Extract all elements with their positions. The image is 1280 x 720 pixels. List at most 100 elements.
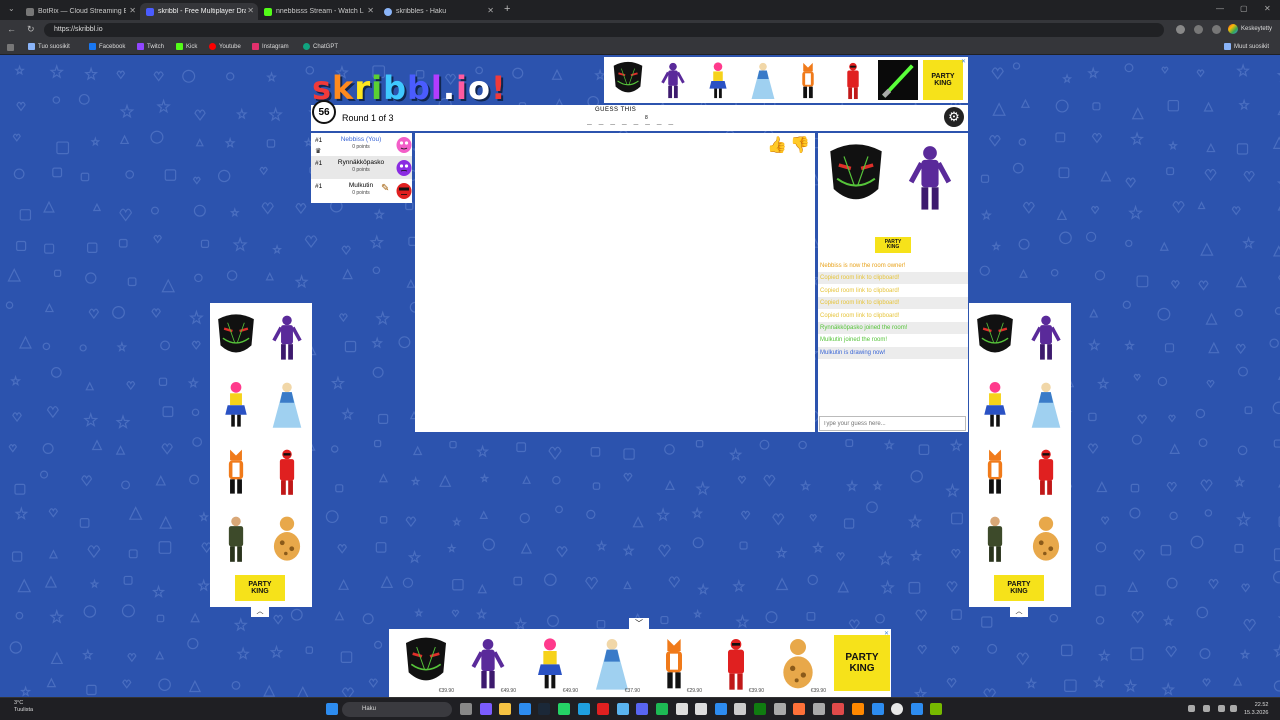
drawing-canvas[interactable] <box>415 133 815 432</box>
ad-product[interactable] <box>210 303 261 370</box>
adobe-icon[interactable] <box>597 703 610 715</box>
ad-close-icon[interactable]: ✕ <box>961 58 966 65</box>
document-icon[interactable] <box>695 703 708 715</box>
terminal-icon[interactable] <box>910 703 923 715</box>
close-icon[interactable]: ✕ <box>367 6 374 15</box>
guess-input[interactable] <box>819 416 966 431</box>
tab-search-icon[interactable]: ⌄ <box>8 4 15 13</box>
epic-icon[interactable] <box>675 703 688 715</box>
ad-product[interactable]: €39.90 <box>705 632 766 694</box>
xbox-icon[interactable] <box>754 703 766 715</box>
mic-icon[interactable] <box>1203 705 1210 712</box>
reload-icon[interactable]: ↻ <box>27 24 35 35</box>
ad-product[interactable]: €49.90 <box>457 632 518 694</box>
bookmark-youtube[interactable]: Youtube <box>209 43 241 50</box>
ad-close-icon[interactable]: ✕ <box>884 630 889 637</box>
collapse-left-ad-button[interactable]: ︿ <box>251 607 269 617</box>
skribbl-logo[interactable]: skribbl.io! <box>312 69 507 107</box>
spotify-icon[interactable] <box>656 703 668 715</box>
close-icon[interactable]: ✕ <box>487 6 494 15</box>
ad-product[interactable]: €49.90 <box>519 632 580 694</box>
ad-product[interactable] <box>1020 370 1071 437</box>
weather-widget[interactable]: 3°C Tuulista <box>14 700 33 714</box>
gear-icon[interactable] <box>734 703 747 715</box>
bookmark-import[interactable]: Tuo suosikit <box>28 43 70 50</box>
chevron-up-icon[interactable] <box>1188 705 1195 712</box>
ad-product[interactable] <box>1020 437 1071 504</box>
url-input[interactable]: https://skribbl.io <box>44 23 1164 37</box>
settings-icon[interactable] <box>812 703 825 715</box>
ad-product[interactable] <box>261 504 312 571</box>
network-icon[interactable] <box>832 703 845 715</box>
ad-product[interactable] <box>261 303 312 370</box>
close-icon[interactable]: ✕ <box>129 6 136 15</box>
bookmark-facebook[interactable]: Facebook <box>89 43 125 50</box>
bookmark-twitch[interactable]: Twitch <box>137 43 164 50</box>
thumbs-up-icon[interactable]: 👍 <box>767 135 787 155</box>
photos-icon[interactable] <box>871 703 884 715</box>
copilot-icon[interactable] <box>479 703 492 715</box>
close-icon[interactable]: ✕ <box>247 6 254 15</box>
ad-product[interactable] <box>742 59 784 101</box>
thumbs-down-icon[interactable]: 👎 <box>790 135 810 155</box>
tab-kick-stream[interactable]: nnebbisss Stream - Watch Live o ✕ <box>258 3 378 20</box>
notepad-icon[interactable] <box>616 703 629 715</box>
ad-product[interactable]: €29.90 <box>643 632 704 694</box>
ad-product[interactable]: €39.90 <box>395 632 456 694</box>
vlc-icon[interactable] <box>852 703 864 715</box>
mail-icon[interactable] <box>714 703 727 715</box>
ad-product[interactable] <box>877 59 919 101</box>
ad-product[interactable] <box>832 59 874 101</box>
settings-gear-icon[interactable]: ⚙ <box>944 107 964 127</box>
whatsapp-icon[interactable] <box>558 703 570 715</box>
maximize-icon[interactable]: ▢ <box>1240 4 1248 13</box>
task-view-icon[interactable] <box>460 703 472 715</box>
menu-icon[interactable] <box>1212 25 1221 34</box>
chrome-icon[interactable] <box>891 703 904 715</box>
ad-product[interactable] <box>969 504 1020 571</box>
ad-product[interactable]: €39.90 <box>767 632 828 694</box>
apps-icon[interactable] <box>7 44 14 51</box>
ad-product[interactable] <box>969 437 1020 504</box>
profile-button[interactable]: Keskeytetty <box>1228 24 1272 34</box>
close-window-icon[interactable]: ✕ <box>1264 4 1271 13</box>
tab-search[interactable]: skribbles - Haku ✕ <box>378 3 498 20</box>
ad-product[interactable] <box>1020 504 1071 571</box>
firefox-icon[interactable] <box>793 703 806 715</box>
new-tab-button[interactable]: + <box>504 3 510 15</box>
extensions-icon[interactable] <box>1194 25 1203 34</box>
top-ad-banner[interactable]: PARTY KING ✕ <box>604 57 968 103</box>
steam-icon[interactable] <box>538 703 551 715</box>
discord-icon[interactable] <box>636 703 649 715</box>
chat-ad-banner[interactable]: PARTY KING <box>818 133 968 255</box>
ad-product[interactable] <box>787 59 829 101</box>
right-ad-banner[interactable]: PARTY KING <box>969 303 1071 607</box>
wifi-icon[interactable] <box>1218 705 1225 712</box>
nvidia-icon[interactable] <box>930 703 943 715</box>
ad-product[interactable] <box>1020 303 1071 370</box>
taskbar-search[interactable]: Haku <box>342 702 452 717</box>
other-bookmarks[interactable]: Muut suosikit <box>1224 43 1269 50</box>
taskbar-clock[interactable]: 22.52 15.3.2026 <box>1244 701 1268 717</box>
ad-product[interactable] <box>697 59 739 101</box>
minimize-icon[interactable]: — <box>1216 4 1224 13</box>
player-row[interactable]: #1 ♛ Nebbiss (You) 0 points <box>311 133 412 156</box>
collapse-right-ad-button[interactable]: ︿ <box>1010 607 1028 617</box>
file-explorer-icon[interactable] <box>499 703 512 715</box>
ad-product[interactable] <box>210 504 261 571</box>
ad-product[interactable] <box>210 437 261 504</box>
ad-product[interactable] <box>969 370 1020 437</box>
back-icon[interactable]: ← <box>7 24 16 34</box>
bookmark-kick[interactable]: Kick <box>176 43 197 50</box>
tab-botrix[interactable]: BotRix — Cloud Streaming Bot for ✕ <box>20 3 140 20</box>
obs-icon[interactable] <box>773 703 786 715</box>
ad-product[interactable] <box>261 370 312 437</box>
ad-product[interactable]: €37.90 <box>581 632 642 694</box>
star-icon[interactable] <box>1176 25 1185 34</box>
ad-product[interactable] <box>652 59 694 101</box>
bookmark-chatgpt[interactable]: ChatGPT <box>303 43 338 50</box>
ad-product[interactable] <box>261 437 312 504</box>
player-row[interactable]: #1 Mulkutin 0 points ✎ <box>311 179 412 202</box>
ad-product[interactable] <box>210 370 261 437</box>
bookmark-instagram[interactable]: Instagram <box>252 43 289 50</box>
